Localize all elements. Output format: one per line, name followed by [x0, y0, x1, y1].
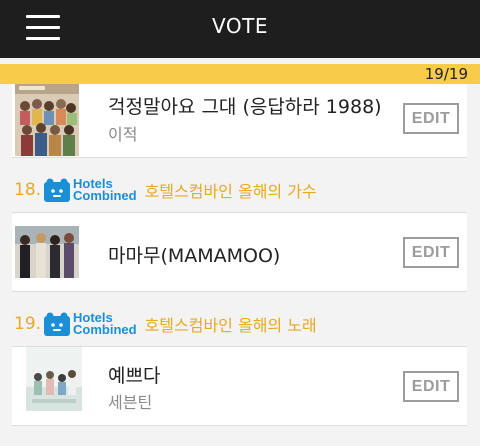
album-cover-image: [15, 226, 79, 278]
page-title: VOTE: [212, 14, 268, 38]
album-cover-image: [15, 84, 79, 156]
category-header-19: 19. Hotels Combined 호텔스컴바인 올해의 노래: [14, 310, 317, 338]
top-bar: VOTE: [0, 0, 480, 58]
vote-card-18: 마마무(MAMAMOO) EDIT: [12, 212, 467, 292]
sponsor-logo-text: Hotels Combined: [73, 176, 137, 203]
song-title: 걱정말아요 그대 (응답하라 1988): [108, 96, 382, 118]
progress-bar: 19/19: [0, 64, 480, 84]
category-number: 19.: [14, 314, 42, 334]
category-number: 18.: [14, 180, 42, 200]
sponsor-logo-text: Hotels Combined: [73, 310, 137, 337]
album-cover-image: [26, 347, 82, 411]
hotels-combined-logo-icon: Hotels Combined: [44, 176, 137, 203]
song-title: 마마무(MAMAMOO): [108, 245, 281, 267]
category-title: 호텔스컴바인 올해의 가수: [144, 182, 317, 201]
vote-card-19: 예쁘다 세븐틴 EDIT: [12, 346, 467, 426]
category-title: 호텔스컴바인 올해의 노래: [144, 316, 317, 335]
edit-button[interactable]: EDIT: [403, 103, 459, 134]
vote-card-17: 걱정말아요 그대 (응답하라 1988) 이적 EDIT: [12, 84, 467, 158]
edit-button[interactable]: EDIT: [403, 371, 459, 402]
hotels-combined-logo-icon: Hotels Combined: [44, 310, 137, 337]
category-header-18: 18. Hotels Combined 호텔스컴바인 올해의 가수: [14, 176, 317, 204]
artist-name: 세븐틴: [108, 393, 153, 412]
artist-name: 이적: [108, 125, 138, 144]
edit-button[interactable]: EDIT: [403, 237, 459, 268]
progress-count: 19/19: [424, 65, 468, 83]
song-title: 예쁘다: [108, 365, 161, 387]
